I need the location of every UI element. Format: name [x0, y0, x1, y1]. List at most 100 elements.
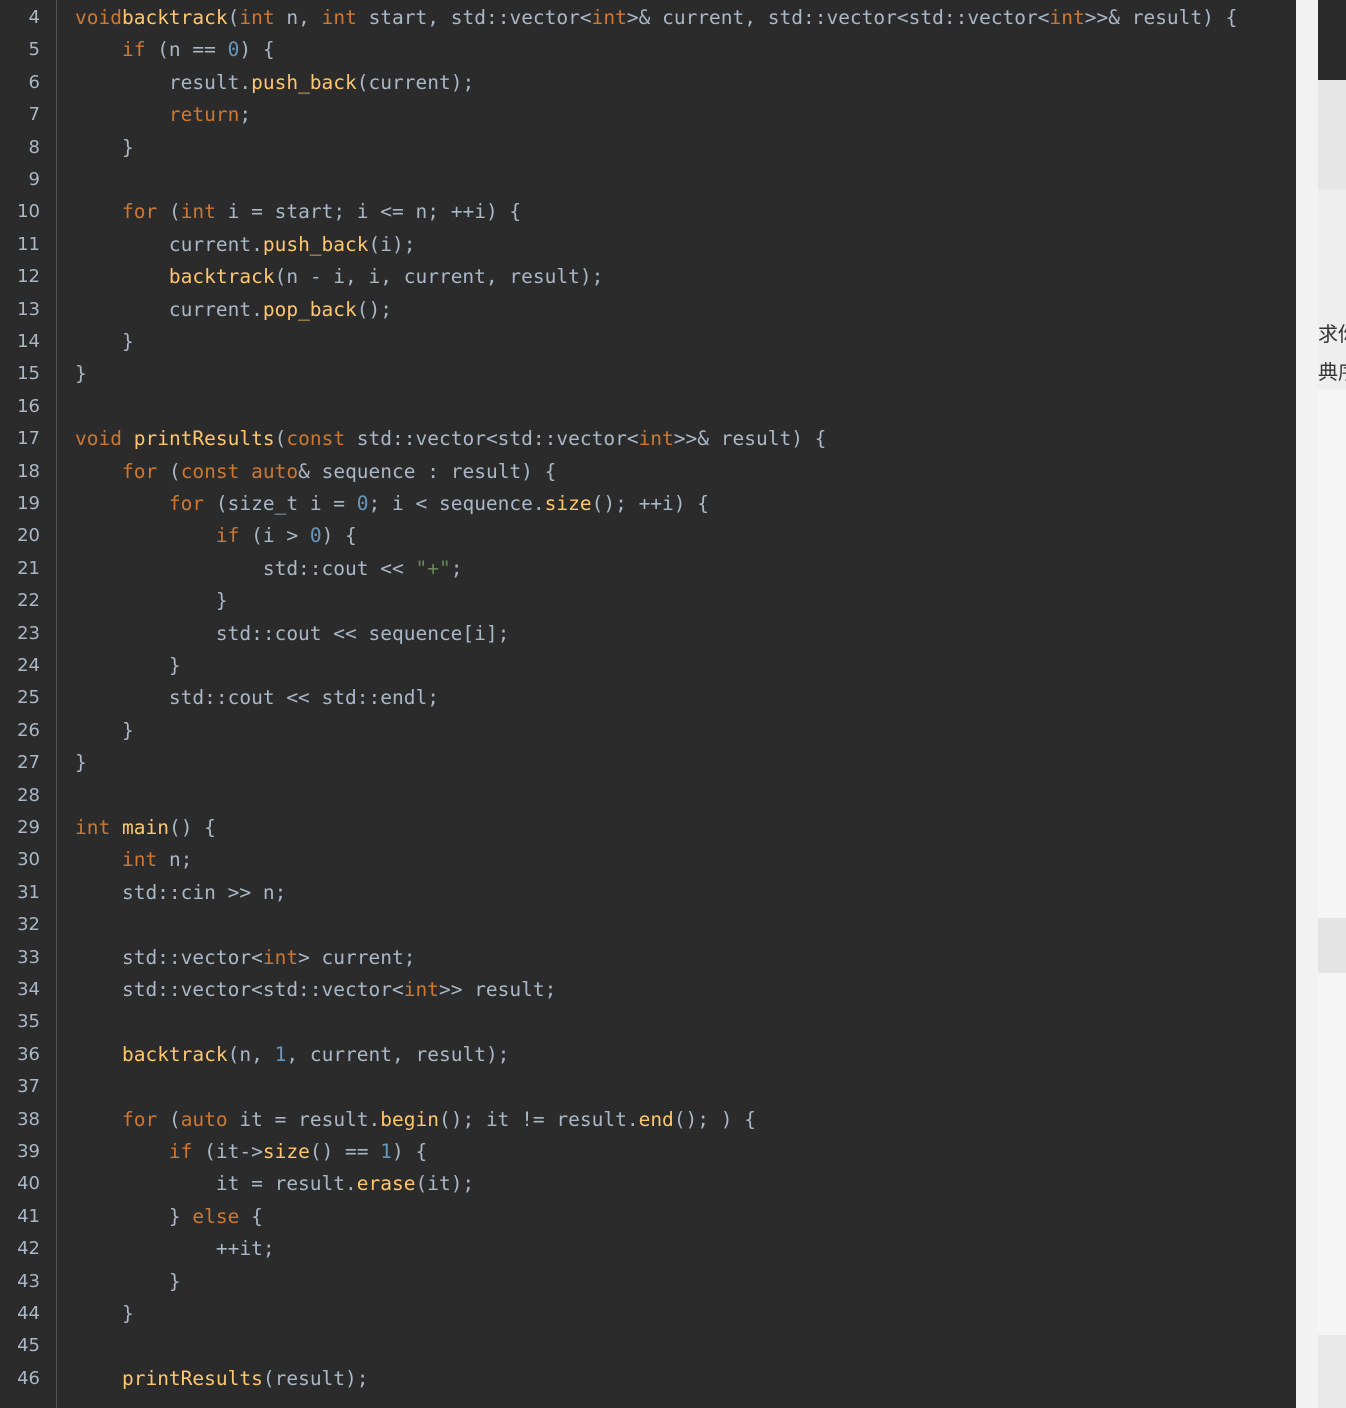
code-token: current.	[75, 232, 263, 256]
code-line[interactable]: for (int i = start; i <= n; ++i) {	[75, 197, 521, 227]
code-token: std::cout << sequence[i];	[75, 621, 510, 645]
panel-block	[1318, 1335, 1346, 1408]
code-token: >> result;	[438, 978, 557, 1001]
code-line[interactable]: ++it;	[75, 1234, 275, 1264]
line-number: 26	[17, 719, 40, 741]
code-token: int	[239, 6, 275, 29]
line-number: 37	[17, 1076, 40, 1098]
panel-snippet: 典序	[1318, 360, 1346, 384]
code-line[interactable]: }	[75, 586, 228, 616]
code-token: int	[121, 848, 158, 872]
code-line[interactable]: if (i > 0) {	[75, 521, 357, 551]
code-token: if	[121, 38, 146, 62]
code-token: int	[180, 200, 216, 224]
code-token: auto	[180, 1107, 228, 1131]
line-number: 25	[17, 687, 40, 709]
code-token: int	[638, 427, 674, 451]
vertical-scrollbar[interactable]	[1296, 0, 1318, 1408]
code-token: std::cout <<	[75, 556, 416, 580]
code-token: , current, result);	[286, 1042, 510, 1066]
code-token: (); it != result.	[438, 1107, 639, 1131]
code-line[interactable]: std::cin >> n;	[75, 878, 286, 908]
code-line[interactable]: for (size_t i = 0; i < sequence.size(); …	[75, 489, 709, 519]
code-line[interactable]: } else {	[75, 1202, 263, 1232]
code-line[interactable]: void printResults(const std::vector<std:…	[75, 424, 826, 454]
line-number: 34	[17, 979, 40, 1000]
code-line[interactable]: }	[75, 748, 87, 778]
code-line[interactable]: int main() {	[75, 813, 216, 843]
code-line[interactable]: }	[75, 359, 87, 389]
code-line[interactable]: if (n == 0) {	[75, 35, 275, 65]
panel-text-block: 求你 典序	[1318, 190, 1346, 390]
code-token: it = result.	[227, 1107, 381, 1131]
code-line[interactable]: }	[75, 327, 134, 357]
code-token: printResults	[133, 427, 275, 451]
code-token: if	[168, 1140, 193, 1163]
line-number: 18	[17, 460, 40, 482]
code-token: (	[227, 6, 240, 29]
line-number: 40	[17, 1173, 40, 1195]
code-line[interactable]: }	[75, 651, 181, 681]
code-line[interactable]: std::vector<std::vector<int>> result;	[75, 975, 556, 1005]
line-number: 15	[17, 363, 40, 385]
code-line[interactable]: std::cout << "+";	[75, 554, 463, 584]
line-number: 31	[17, 881, 40, 903]
code-line[interactable]: }	[75, 1299, 134, 1329]
code-line[interactable]: it = result.erase(it);	[75, 1169, 474, 1199]
code-line[interactable]: int n;	[75, 845, 192, 875]
code-line[interactable]: printResults(result);	[75, 1364, 369, 1394]
code-line[interactable]: voidbacktrack(int n, int start, std::vec…	[75, 3, 1237, 33]
code-token: end	[638, 1107, 674, 1131]
code-token: ; i < sequence.	[368, 492, 545, 515]
line-number: 30	[17, 849, 40, 871]
code-line[interactable]: return;	[75, 100, 251, 130]
code-token: pop_back	[262, 297, 357, 321]
code-line[interactable]: for (const auto& sequence : result) {	[75, 457, 556, 487]
code-line[interactable]: backtrack(n - i, i, current, result);	[75, 262, 603, 292]
code-token: (it->	[192, 1140, 263, 1163]
line-number: 28	[17, 784, 40, 806]
code-line[interactable]: std::cout << sequence[i];	[75, 619, 510, 649]
code-token: result.	[75, 70, 252, 94]
code-line[interactable]: }	[75, 133, 134, 163]
code-token: i = start; i <= n; ++i) {	[215, 200, 522, 224]
code-token: (it);	[415, 1172, 475, 1196]
code-token: std::cin >> n;	[75, 880, 287, 904]
code-line[interactable]: }	[75, 1267, 181, 1297]
code-line[interactable]: if (it->size() == 1) {	[75, 1137, 427, 1167]
code-token: > current;	[298, 945, 416, 969]
code-editor[interactable]: 4 5 6 7 8 9 10 11 12 13 14 15 16 17 18 19 20 21 22 23 24 25 26…	[0, 0, 1296, 1408]
code-token: (	[157, 459, 181, 483]
code-line[interactable]: backtrack(n, 1, current, result);	[75, 1040, 509, 1070]
line-number: 21	[17, 557, 40, 579]
code-token: current.	[75, 297, 263, 321]
code-line[interactable]: for (auto it = result.begin(); it != res…	[75, 1105, 756, 1135]
code-line[interactable]: current.push_back(i);	[75, 230, 416, 260]
line-number: 13	[17, 298, 40, 320]
code-line[interactable]: std::vector<int> current;	[75, 943, 416, 973]
code-token: std::vector<	[75, 945, 263, 969]
code-token: >>& result) {	[1084, 6, 1238, 29]
panel-block	[1318, 390, 1346, 918]
code-token: {	[239, 1204, 263, 1228]
line-number: 10	[17, 201, 40, 223]
code-line[interactable]: current.pop_back();	[75, 295, 392, 325]
line-number: 35	[17, 1011, 40, 1033]
line-number: 42	[17, 1238, 40, 1260]
code-line[interactable]: std::cout << std::endl;	[75, 683, 439, 713]
code-token: std::vector<std::vector<	[345, 427, 639, 451]
code-token: erase	[356, 1172, 416, 1196]
code-token: for	[121, 1107, 158, 1131]
code-line[interactable]: result.push_back(current);	[75, 68, 474, 98]
code-token: ) {	[392, 1140, 428, 1163]
code-token: backtrack	[168, 265, 275, 289]
code-line[interactable]: }	[75, 716, 134, 746]
